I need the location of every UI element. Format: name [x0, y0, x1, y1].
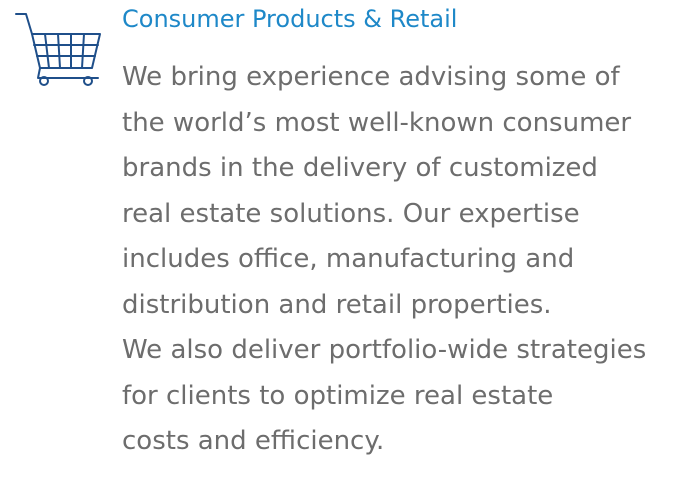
description-line: distribution and retail properties.: [122, 289, 552, 320]
description-line: the world’s most well-known consumer: [122, 107, 632, 138]
description-line: We also deliver portfolio-wide strategie…: [122, 335, 647, 365]
description-line: costs and efficiency.: [122, 426, 385, 456]
description-line: We bring experience advising some of: [122, 62, 620, 92]
description-line: includes office, manufacturing and: [122, 244, 575, 274]
industry-section-consumer-retail: Consumer Products & Retail We bring expe…: [0, 0, 677, 485]
section-title: Consumer Products & Retail: [122, 5, 458, 33]
description-line: brands in the delivery of customized: [122, 153, 598, 183]
section-description: We bring experience advising some of the…: [122, 55, 646, 465]
description-line: for clients to optimize real estate: [122, 380, 554, 411]
shopping-cart-icon: [12, 8, 108, 88]
description-line: real estate solutions. Our expertise: [122, 198, 580, 229]
